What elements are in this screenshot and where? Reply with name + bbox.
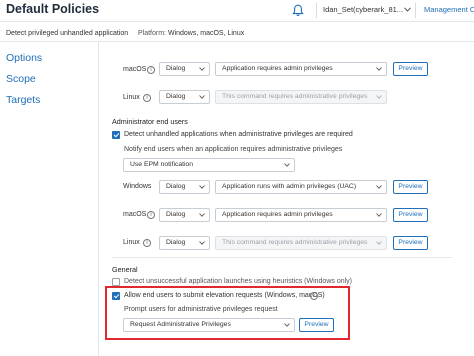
notification-type-select[interactable]: Dialog [159, 180, 210, 194]
message-template-select: This command requires administrative pri… [215, 236, 387, 250]
notification-type-select[interactable]: Dialog [159, 62, 210, 76]
os-label: Linux [123, 239, 140, 246]
top-header: Default Policies Idan_Set(cyberark_81...… [0, 0, 474, 22]
chevron-down-icon [376, 67, 382, 71]
info-icon: i [147, 66, 155, 74]
chevron-down-icon [199, 95, 205, 99]
select-value: Application runs with admin privileges (… [222, 183, 357, 190]
general-title: General [112, 265, 138, 274]
policy-subheader: Detect privileged unhandled application … [0, 22, 474, 42]
sidebar-item-targets[interactable]: Targets [6, 94, 40, 106]
notify-method-select[interactable]: Use EPM notification [123, 158, 295, 172]
message-template-select: This command requires administrative pri… [215, 90, 387, 104]
sidebar-item-scope[interactable]: Scope [6, 73, 36, 85]
header-divider [415, 3, 416, 18]
select-value: Dialog [166, 65, 186, 72]
user-menu[interactable]: Idan_Set(cyberark_81... [323, 5, 403, 14]
chevron-down-icon [376, 95, 382, 99]
header-divider [316, 3, 317, 18]
bell-icon[interactable] [292, 4, 304, 17]
info-icon: i [143, 94, 151, 102]
heuristics-checkbox[interactable] [112, 278, 120, 286]
chevron-down-icon [199, 185, 205, 189]
heuristics-label: Detect unsuccessful application launches… [124, 278, 352, 285]
sidebar: Options Scope Targets [0, 42, 98, 356]
detect-unhandled-checkbox[interactable] [112, 131, 120, 139]
os-label: Linux [123, 94, 140, 101]
select-value: Dialog [166, 93, 186, 100]
notify-text: Notify end users when an application req… [124, 146, 343, 153]
chevron-down-icon[interactable] [404, 7, 411, 12]
notification-type-select[interactable]: Dialog [159, 90, 210, 104]
os-label: Windows [123, 183, 152, 190]
os-label: macOS [123, 66, 147, 73]
os-label: macOS [123, 211, 147, 218]
platform-prefix: Platform: [138, 30, 167, 37]
select-value: Dialog [166, 211, 186, 218]
chevron-down-icon [376, 213, 382, 217]
sidebar-item-options[interactable]: Options [6, 52, 42, 64]
chevron-down-icon [376, 185, 382, 189]
detect-unhandled-label: Detect unhandled applications when admin… [124, 131, 353, 138]
notification-type-select[interactable]: Dialog [159, 236, 210, 250]
message-template-select[interactable]: Application requires admin privileges [215, 62, 387, 76]
select-value: Dialog [166, 183, 186, 190]
highlight-box [105, 286, 350, 340]
chevron-down-icon [284, 163, 290, 167]
preview-button[interactable]: Preview [393, 180, 428, 194]
info-icon: i [143, 239, 151, 247]
select-value: Application requires admin privileges [222, 211, 333, 218]
message-template-select[interactable]: Application requires admin privileges [215, 208, 387, 222]
management-options-link[interactable]: Management Options [424, 5, 474, 14]
preview-button[interactable]: Preview [393, 236, 428, 250]
section-divider [112, 257, 452, 258]
admin-users-title: Administrator end users [112, 117, 188, 126]
select-value: This command requires administrative pri… [222, 239, 368, 246]
message-template-select[interactable]: Application runs with admin privileges (… [215, 180, 387, 194]
info-icon: i [147, 211, 155, 219]
select-value: This command requires administrative pri… [222, 93, 368, 100]
chevron-down-icon [199, 67, 205, 71]
preview-button[interactable]: Preview [393, 62, 428, 76]
preview-button[interactable]: Preview [393, 208, 428, 222]
select-value: Application requires admin privileges [222, 65, 333, 72]
select-value: Dialog [166, 239, 186, 246]
page-title: Default Policies [6, 2, 100, 16]
chevron-down-icon [376, 241, 382, 245]
platform-value: Windows, macOS, Linux [167, 30, 245, 37]
chevron-down-icon [199, 213, 205, 217]
policy-name: Detect privileged unhandled application [6, 30, 129, 37]
notification-type-select[interactable]: Dialog [159, 208, 210, 222]
select-value: Use EPM notification [130, 161, 194, 168]
platform-info: Platform: Windows, macOS, Linux [138, 30, 244, 37]
content-divider [98, 42, 99, 356]
chevron-down-icon [199, 241, 205, 245]
